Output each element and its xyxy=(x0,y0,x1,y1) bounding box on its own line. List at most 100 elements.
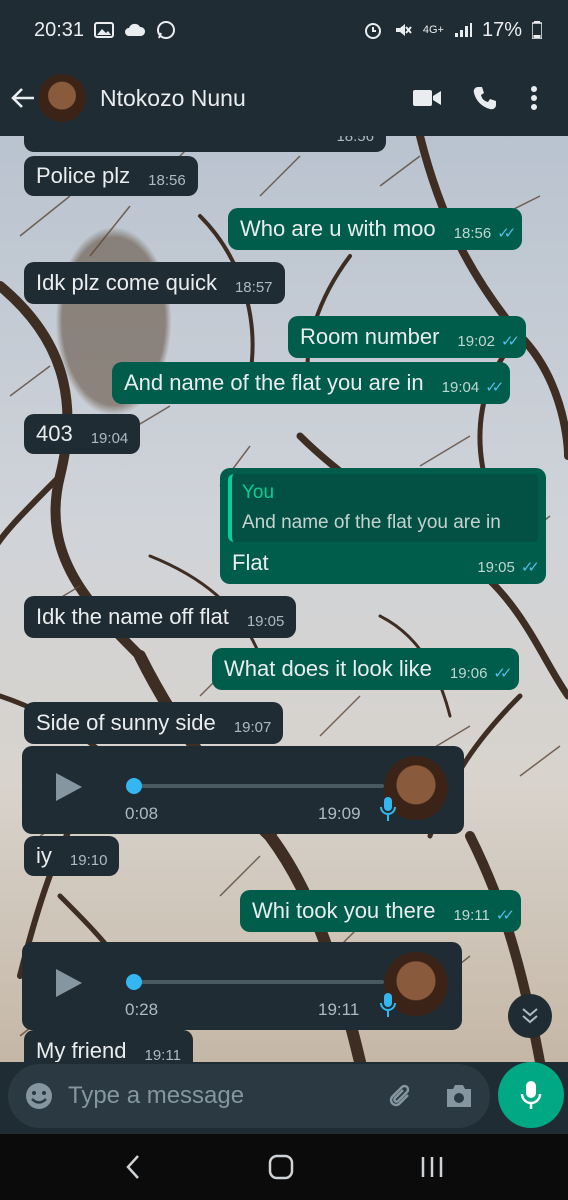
nav-back-icon[interactable] xyxy=(123,1154,143,1180)
message-bubble[interactable]: My friend 19:11 xyxy=(24,1030,193,1062)
message-input[interactable]: Type a message xyxy=(8,1064,490,1128)
message-bubble[interactable]: iy 19:10 xyxy=(24,836,120,876)
voice-duration: 0:28 xyxy=(125,1000,159,1019)
message-text: And name of the flat you are in xyxy=(124,370,424,395)
camera-icon[interactable] xyxy=(444,1083,474,1109)
message-time: 19:11 xyxy=(144,1046,181,1063)
mic-icon xyxy=(380,797,396,821)
chat-header: Ntokozo Nunu xyxy=(0,60,568,136)
read-ticks-icon: ✓✓ xyxy=(485,379,504,396)
chat-area[interactable]: 18:56 Police plz 18:56 Who are u with mo… xyxy=(0,136,568,1062)
double-chevron-down-icon xyxy=(522,1008,538,1024)
message-time: 19:09 xyxy=(318,804,361,823)
message-meta: 18:56 ✓✓ xyxy=(453,224,517,243)
message-time: 19:11 xyxy=(453,906,490,924)
signal-icon xyxy=(454,23,472,37)
message-time: 19:05 xyxy=(246,612,285,630)
message-time: 19:10 xyxy=(69,851,108,869)
status-time: 20:31 xyxy=(34,18,85,41)
play-icon[interactable] xyxy=(54,967,84,999)
message-text: Whi took you there xyxy=(252,898,436,923)
system-nav-bar xyxy=(0,1134,568,1200)
play-icon[interactable] xyxy=(54,771,84,803)
message-text: Side of sunny side xyxy=(36,710,216,735)
voice-progress-thumb[interactable] xyxy=(126,778,142,794)
message-time: 18:56 xyxy=(453,224,492,242)
read-ticks-icon: ✓✓ xyxy=(495,907,515,924)
mic-icon xyxy=(520,1081,542,1109)
video-camera-icon xyxy=(413,90,441,106)
message-text: iy xyxy=(36,843,52,868)
status-left: 20:31 xyxy=(34,19,176,42)
contact-name[interactable]: Ntokozo Nunu xyxy=(100,85,398,112)
attach-icon[interactable] xyxy=(386,1081,416,1111)
message-text: Who are u with moo xyxy=(240,216,436,241)
message-bubble[interactable]: Who are u with moo 18:56 ✓✓ xyxy=(228,208,523,250)
message-text: Flat xyxy=(232,550,269,575)
nav-recents-icon[interactable] xyxy=(419,1154,445,1180)
message-time: 18:56 xyxy=(336,136,374,145)
read-ticks-icon: ✓✓ xyxy=(493,665,512,682)
read-ticks-icon: ✓✓ xyxy=(500,333,520,350)
message-bubble[interactable]: And name of the flat you are in 19:04 ✓✓ xyxy=(112,362,511,404)
message-text: Idk plz come quick xyxy=(36,270,217,295)
voice-call-button[interactable] xyxy=(456,74,514,122)
message-bubble[interactable]: What does it look like 19:06 ✓✓ xyxy=(212,648,519,690)
message-meta: 19:02 ✓✓ xyxy=(457,332,520,351)
message-time: 19:05 xyxy=(477,558,515,576)
composer-bar: Type a message xyxy=(0,1062,568,1134)
message-time: 19:04 xyxy=(441,378,480,396)
message-bubble[interactable]: Police plz 18:56 xyxy=(24,156,198,196)
status-bar: 20:31 4G+ 17% xyxy=(0,0,568,60)
message-bubble[interactable]: 18:56 xyxy=(24,136,386,152)
message-text: Room number xyxy=(300,324,440,349)
quoted-text: And name of the flat you are in xyxy=(242,512,501,533)
phone-icon xyxy=(473,87,496,110)
message-text: What does it look like xyxy=(224,656,432,681)
cloud-icon xyxy=(125,23,146,36)
message-bubble[interactable]: 403 19:04 xyxy=(24,414,141,454)
message-text: Idk the name off flat xyxy=(36,604,229,629)
more-vertical-icon xyxy=(531,86,537,110)
read-ticks-icon: ✓✓ xyxy=(497,225,516,242)
message-bubble[interactable]: Idk the name off flat 19:05 xyxy=(24,596,297,638)
message-bubble[interactable]: Side of sunny side 19:07 xyxy=(24,702,284,744)
message-placeholder: Type a message xyxy=(68,1082,245,1109)
message-bubble[interactable]: Room number 19:02 ✓✓ xyxy=(288,316,527,358)
reply-message-bubble[interactable]: You And name of the flat you are in Flat… xyxy=(220,468,546,584)
message-time: 19:07 xyxy=(233,718,272,736)
voice-progress-thumb[interactable] xyxy=(126,974,142,990)
quoted-author: You xyxy=(242,482,275,503)
voice-duration: 0:08 xyxy=(125,804,159,823)
message-bubble[interactable]: Whi took you there 19:11 ✓✓ xyxy=(240,890,522,932)
message-meta: 19:06 ✓✓ xyxy=(450,664,513,683)
message-time: 18:57 xyxy=(234,278,273,296)
video-call-button[interactable] xyxy=(398,74,456,122)
voice-progress-track[interactable] xyxy=(134,784,384,788)
reply-body: Flat 19:05 ✓✓ xyxy=(228,550,540,577)
back-arrow-icon xyxy=(11,88,34,108)
message-bubble[interactable]: Idk plz come quick 18:57 xyxy=(24,262,285,304)
message-text: My friend xyxy=(36,1038,127,1062)
more-options-button[interactable] xyxy=(514,74,554,122)
network-type: 4G+ xyxy=(422,24,444,36)
message-time: 19:11 xyxy=(318,1000,360,1019)
voice-message[interactable]: 0:08 19:09 xyxy=(22,746,464,834)
back-button[interactable] xyxy=(8,78,38,118)
message-time: 19:02 xyxy=(457,332,495,350)
nav-home-icon[interactable] xyxy=(268,1154,294,1180)
emoji-icon[interactable] xyxy=(24,1081,54,1111)
battery-text: 17% xyxy=(481,18,522,41)
voice-progress-track[interactable] xyxy=(134,980,384,984)
message-text: Police plz xyxy=(36,163,131,188)
record-voice-button[interactable] xyxy=(498,1062,564,1128)
message-meta: 19:05 ✓✓ xyxy=(477,558,540,577)
contact-avatar[interactable] xyxy=(38,74,86,122)
mic-icon xyxy=(380,993,396,1017)
battery-icon xyxy=(532,21,542,39)
message-time: 18:56 xyxy=(148,171,186,189)
voice-message[interactable]: 0:28 19:11 xyxy=(22,942,462,1030)
scroll-to-bottom-button[interactable] xyxy=(508,994,552,1038)
quoted-message[interactable]: You And name of the flat you are in xyxy=(228,474,538,542)
mute-icon xyxy=(395,24,412,36)
